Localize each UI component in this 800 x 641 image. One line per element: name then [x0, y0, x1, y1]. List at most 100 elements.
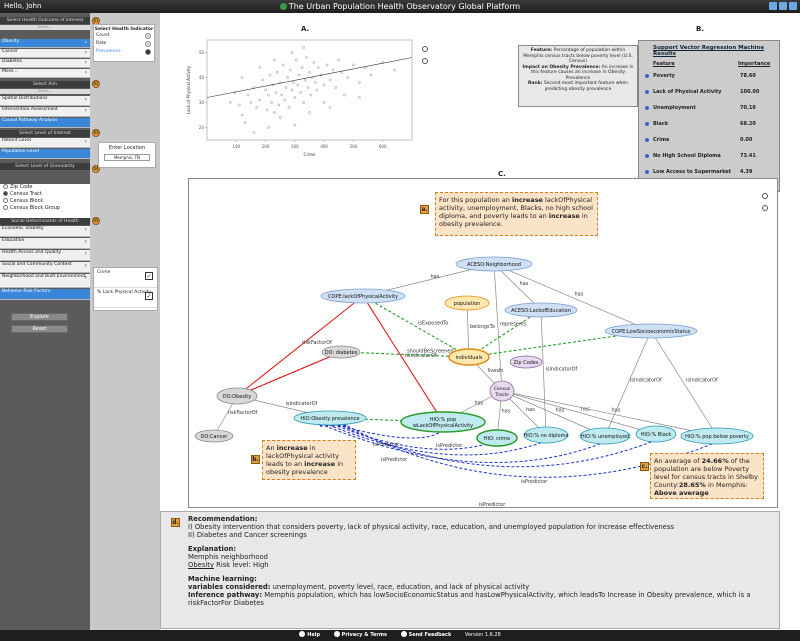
level-patient[interactable]: Patient Level ›	[0, 138, 90, 148]
indicator-rate[interactable]: Rate	[94, 40, 154, 48]
node-label: Zip Codes	[514, 360, 539, 366]
scatter-point	[309, 93, 313, 97]
scatter-point	[283, 98, 286, 102]
scatter-point	[274, 91, 278, 94]
outcome-select[interactable]: Select...	[0, 25, 90, 30]
scatter-point	[264, 88, 267, 92]
graph-zoom-in-icon[interactable]	[762, 193, 768, 199]
node-label: HIO:Obesity prevalence	[300, 416, 359, 422]
checkbox-checked-icon: ✓	[145, 292, 153, 300]
node-label: DO: diabetes	[325, 350, 358, 356]
scatter-point	[352, 63, 355, 67]
help-link[interactable]: Help	[299, 631, 320, 638]
scatter-point	[302, 101, 305, 104]
scatter-chart: 100 200 300 400 500 600 20 30 40 50 Crime Lack of P…	[186, 39, 413, 157]
label-b: B.	[696, 25, 704, 33]
scatter-point	[229, 101, 232, 104]
scatter-point	[290, 51, 294, 54]
scatter-point	[292, 81, 295, 84]
indicator-prevalence[interactable]: Prevalence	[94, 48, 154, 56]
edge-label: has	[431, 274, 440, 280]
scatter-point	[325, 63, 329, 67]
section-header-level: Select Level of Interest	[0, 130, 90, 137]
scatter-point	[295, 58, 298, 62]
scatter-point	[340, 71, 344, 74]
step-badge-3: 03	[92, 129, 100, 137]
bullet-icon	[645, 170, 649, 174]
scatter-point	[273, 58, 276, 62]
scatter-point	[337, 58, 341, 62]
sdoh-neighborhood[interactable]: Neighborhood and Built Environment ›	[0, 274, 90, 288]
sdoh-education[interactable]: Education ›	[0, 238, 90, 249]
aim-intervention[interactable]: Intervention Assessment ›	[0, 107, 90, 117]
scatter-point	[249, 101, 253, 104]
feedback-link[interactable]: Send Feedback	[400, 631, 451, 638]
level-population[interactable]: Population Level	[0, 149, 90, 159]
location-input[interactable]: Memphis, TN	[104, 154, 150, 161]
sdoh-social[interactable]: Social and Community Context ›	[0, 262, 90, 273]
explore-button[interactable]: Explore	[11, 313, 68, 321]
x-tick-label: 200	[262, 144, 270, 149]
outcome-obesity[interactable]: Obesity ›	[0, 39, 90, 48]
outcome-more[interactable]: More... ›	[0, 69, 90, 78]
risk-crime[interactable]: Crime ✓	[94, 268, 157, 288]
graph-edge	[604, 330, 652, 437]
section-header-outcome: Select Health Outcome of Interest	[0, 17, 90, 24]
scatter-point	[270, 101, 273, 104]
x-tick-label: 100	[232, 144, 240, 149]
outcome-cancer[interactable]: Cancer ›	[0, 49, 90, 58]
aim-spatial[interactable]: Spatial Distributions ›	[0, 96, 90, 106]
bullet-icon	[645, 138, 649, 142]
trend-line	[206, 57, 413, 98]
node-label: HIO:% Black	[641, 432, 672, 438]
zoom-out-icon[interactable]	[422, 58, 428, 64]
aim-causal[interactable]: Causal Pathway Analysis	[0, 118, 90, 128]
aim-select[interactable]: Select...	[0, 89, 90, 94]
radio-census-block[interactable]: Census Block	[0, 198, 90, 205]
node-label: wLackOfPhysicalActivity	[413, 423, 473, 429]
scatter-point	[293, 123, 297, 127]
edge-label: riskFactorOf	[302, 340, 332, 346]
radio-zip[interactable]: Zip Code	[0, 184, 90, 191]
edge-label: isPredictor	[381, 457, 408, 463]
node-label: Census	[494, 386, 511, 392]
outcome-diabetes[interactable]: Diabetes ›	[0, 59, 90, 68]
scatter-point	[328, 106, 332, 109]
scatter-point	[308, 71, 311, 74]
radio-census-tract[interactable]: Census Tract	[0, 191, 90, 198]
indicator-count[interactable]: Count	[94, 32, 154, 40]
risk-lack-activity[interactable]: % Lack Physical Activity ✓	[94, 288, 157, 308]
reset-button[interactable]: Reset	[11, 325, 68, 333]
graph-zoom-out-icon[interactable]	[762, 205, 768, 211]
graph-edge	[236, 351, 343, 397]
home-icon[interactable]	[769, 2, 777, 10]
scatter-point	[393, 68, 396, 72]
badge-a: a.	[420, 205, 429, 214]
scatter-point	[357, 96, 361, 99]
share-icon[interactable]	[789, 2, 797, 10]
svr-row: Crime 0.00	[639, 137, 781, 149]
sdoh-economic[interactable]: Economic Stability ›	[0, 226, 90, 237]
scatter-point	[267, 126, 270, 129]
scatter-point	[243, 121, 247, 124]
scatter-point	[289, 68, 292, 72]
feature-tooltip: Feature: Percentage of population within…	[518, 45, 638, 107]
svr-importance-header: Importance	[738, 61, 771, 67]
graph-edge	[539, 309, 547, 436]
sdoh-behavior[interactable]: Behavior Risk Factors	[0, 289, 90, 300]
privacy-link[interactable]: Privacy & Terms	[333, 631, 387, 638]
variables-considered: variables considered: unemployment, pove…	[188, 583, 530, 591]
sdoh-health-access[interactable]: Health Access and Quality ›	[0, 250, 90, 261]
graph-edge	[362, 295, 444, 423]
radio-census-block-group[interactable]: Census Block Group	[0, 205, 90, 212]
chevron-right-icon: ›	[84, 59, 87, 66]
svr-title: Support Vector Regression Machine Result…	[653, 45, 765, 57]
checkbox-checked-icon: ✓	[145, 272, 153, 280]
bullet-icon	[645, 74, 649, 78]
footer: Help Privacy & Terms Send Feedback Versi…	[0, 630, 800, 641]
sidebar: Select Health Outcome of Interest Select…	[0, 13, 90, 630]
zoom-in-icon[interactable]	[422, 46, 428, 52]
top-bar: Hello, John The Urban Population Health …	[0, 0, 800, 13]
save-icon[interactable]	[779, 2, 787, 10]
scatter-point	[258, 98, 262, 102]
